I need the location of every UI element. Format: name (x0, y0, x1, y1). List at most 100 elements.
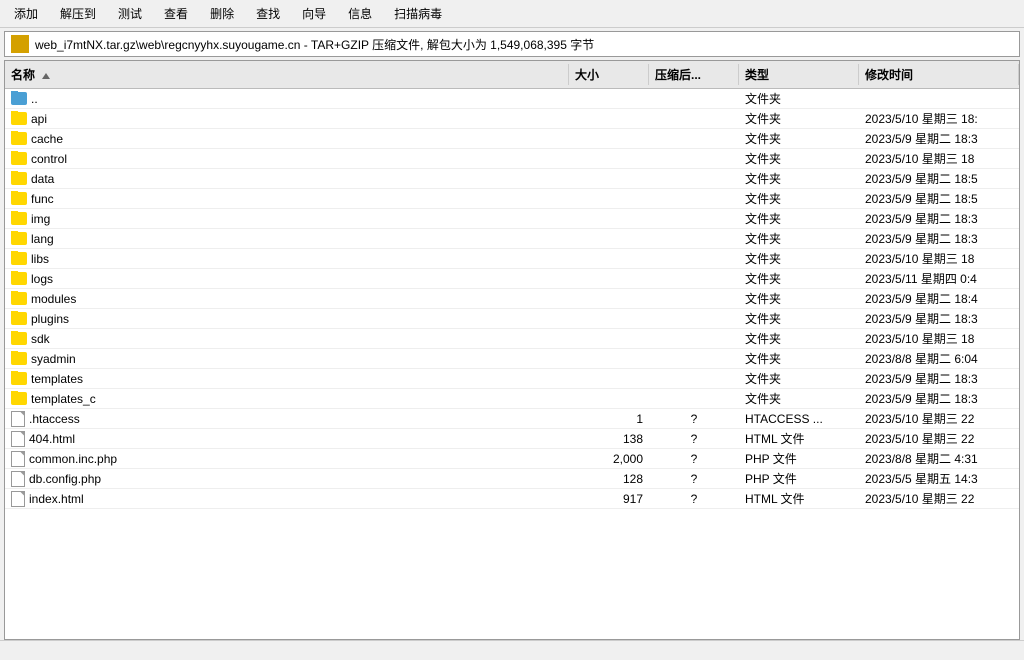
file-name-label: common.inc.php (29, 452, 117, 466)
header-type: 类型 (739, 64, 859, 85)
file-compressed-cell (649, 238, 739, 240)
table-row[interactable]: func文件夹2023/5/9 星期二 18:5 (5, 189, 1019, 209)
file-type-cell: 文件夹 (739, 129, 859, 148)
file-name-cell: index.html (5, 490, 569, 508)
file-name-label: index.html (29, 492, 84, 506)
file-compressed-cell (649, 298, 739, 300)
file-type-cell: 文件夹 (739, 269, 859, 288)
file-type-cell: PHP 文件 (739, 469, 859, 488)
file-compressed-cell (649, 378, 739, 380)
file-name-label: templates_c (31, 392, 96, 406)
file-size-cell (569, 198, 649, 200)
table-row[interactable]: cache文件夹2023/5/9 星期二 18:3 (5, 129, 1019, 149)
table-row[interactable]: common.inc.php2,000?PHP 文件2023/8/8 星期二 4… (5, 449, 1019, 469)
path-bar: web_i7mtNX.tar.gz\web\regcnyyhx.suyougam… (4, 31, 1020, 57)
menu-item-查找[interactable]: 查找 (246, 2, 290, 25)
menu-item-删除[interactable]: 删除 (200, 2, 244, 25)
file-type-cell: 文件夹 (739, 149, 859, 168)
file-size-cell (569, 378, 649, 380)
file-type-cell: 文件夹 (739, 169, 859, 188)
file-name-label: logs (31, 272, 53, 286)
folder-icon (11, 172, 27, 185)
file-compressed-cell: ? (649, 411, 739, 427)
table-row[interactable]: libs文件夹2023/5/10 星期三 18 (5, 249, 1019, 269)
file-name-cell: syadmin (5, 351, 569, 367)
parent-folder-icon (11, 92, 27, 105)
table-body[interactable]: ..文件夹api文件夹2023/5/10 星期三 18:cache文件夹2023… (5, 89, 1019, 639)
file-compressed-cell (649, 138, 739, 140)
file-type-cell: PHP 文件 (739, 449, 859, 468)
file-name-label: cache (31, 132, 63, 146)
menu-item-解压到[interactable]: 解压到 (50, 2, 106, 25)
table-row[interactable]: .htaccess1?HTACCESS ...2023/5/10 星期三 22 (5, 409, 1019, 429)
table-row[interactable]: plugins文件夹2023/5/9 星期二 18:3 (5, 309, 1019, 329)
file-size-cell: 138 (569, 431, 649, 447)
file-name-label: img (31, 212, 50, 226)
main-area: 名称 大小 压缩后... 类型 修改时间 ..文件夹api文件夹2023/5/1… (4, 60, 1020, 640)
file-size-cell (569, 318, 649, 320)
file-size-cell (569, 158, 649, 160)
table-row[interactable]: templates文件夹2023/5/9 星期二 18:3 (5, 369, 1019, 389)
file-name-label: api (31, 112, 47, 126)
file-name-cell: sdk (5, 331, 569, 347)
file-name-label: 404.html (29, 432, 75, 446)
menu-item-向导[interactable]: 向导 (292, 2, 336, 25)
file-icon (11, 411, 25, 427)
file-name-label: db.config.php (29, 472, 101, 486)
table-row[interactable]: lang文件夹2023/5/9 星期二 18:3 (5, 229, 1019, 249)
menu-item-扫描病毒[interactable]: 扫描病毒 (384, 2, 452, 25)
file-type-cell: 文件夹 (739, 109, 859, 128)
folder-icon (11, 232, 27, 245)
file-type-cell: 文件夹 (739, 249, 859, 268)
archive-icon (11, 35, 29, 53)
file-type-cell: 文件夹 (739, 349, 859, 368)
file-modified-cell: 2023/5/10 星期三 22 (859, 489, 1019, 508)
file-name-cell: logs (5, 271, 569, 287)
table-row[interactable]: logs 文件夹2023/5/11 星期四 0:4 (5, 269, 1019, 289)
status-bar (0, 640, 1024, 660)
file-compressed-cell: ? (649, 471, 739, 487)
file-modified-cell: 2023/5/11 星期四 0:4 (859, 269, 1019, 288)
table-row[interactable]: modules文件夹2023/5/9 星期二 18:4 (5, 289, 1019, 309)
table-row[interactable]: ..文件夹 (5, 89, 1019, 109)
file-type-cell: 文件夹 (739, 309, 859, 328)
file-name-label: data (31, 172, 54, 186)
file-type-cell: HTACCESS ... (739, 411, 859, 427)
file-compressed-cell (649, 278, 739, 280)
table-row[interactable]: control文件夹2023/5/10 星期三 18 (5, 149, 1019, 169)
menu-item-添加[interactable]: 添加 (4, 2, 48, 25)
table-row[interactable]: syadmin文件夹2023/8/8 星期二 6:04 (5, 349, 1019, 369)
table-row[interactable]: sdk文件夹2023/5/10 星期三 18 (5, 329, 1019, 349)
header-size: 大小 (569, 64, 649, 85)
table-row[interactable]: 404.html138?HTML 文件2023/5/10 星期三 22 (5, 429, 1019, 449)
file-name-label: modules (31, 292, 76, 306)
file-name-label: .htaccess (29, 412, 80, 426)
table-row[interactable]: img文件夹2023/5/9 星期二 18:3 (5, 209, 1019, 229)
file-name-label: func (31, 192, 54, 206)
table-row[interactable]: templates_c文件夹2023/5/9 星期二 18:3 (5, 389, 1019, 409)
table-row[interactable]: db.config.php128?PHP 文件2023/5/5 星期五 14:3 (5, 469, 1019, 489)
folder-icon (11, 372, 27, 385)
file-name-cell: api (5, 111, 569, 127)
file-size-cell (569, 298, 649, 300)
table-row[interactable]: api文件夹2023/5/10 星期三 18: (5, 109, 1019, 129)
folder-icon (11, 272, 27, 285)
file-type-cell: 文件夹 (739, 289, 859, 308)
file-compressed-cell (649, 198, 739, 200)
file-size-cell (569, 338, 649, 340)
table-header: 名称 大小 压缩后... 类型 修改时间 (5, 61, 1019, 89)
table-row[interactable]: index.html917?HTML 文件2023/5/10 星期三 22 (5, 489, 1019, 509)
file-name-cell: plugins (5, 311, 569, 327)
path-text: web_i7mtNX.tar.gz\web\regcnyyhx.suyougam… (35, 36, 594, 53)
menu-item-查看[interactable]: 查看 (154, 2, 198, 25)
folder-icon (11, 252, 27, 265)
file-size-cell: 2,000 (569, 451, 649, 467)
file-name-label: lang (31, 232, 54, 246)
table-row[interactable]: data文件夹2023/5/9 星期二 18:5 (5, 169, 1019, 189)
menu-item-测试[interactable]: 测试 (108, 2, 152, 25)
file-icon (11, 491, 25, 507)
menu-item-信息[interactable]: 信息 (338, 2, 382, 25)
file-size-cell (569, 358, 649, 360)
file-type-cell: HTML 文件 (739, 429, 859, 448)
file-modified-cell: 2023/5/9 星期二 18:3 (859, 209, 1019, 228)
